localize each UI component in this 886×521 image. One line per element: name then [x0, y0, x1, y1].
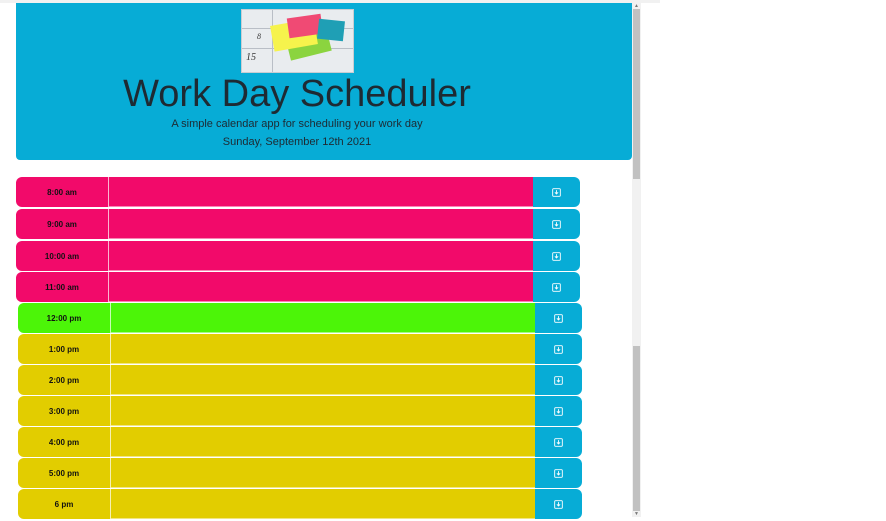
event-description-input[interactable]: [111, 396, 535, 426]
scrollbar-thumb-lower[interactable]: [633, 346, 640, 511]
save-button[interactable]: [535, 396, 582, 426]
event-description-input[interactable]: [109, 177, 533, 207]
save-button[interactable]: [535, 303, 582, 333]
hour-label: 3:00 pm: [18, 396, 111, 426]
save-button[interactable]: [535, 458, 582, 488]
current-date: Sunday, September 12th 2021: [222, 136, 372, 148]
hour-label: 11:00 am: [16, 272, 109, 302]
save-button[interactable]: [535, 365, 582, 395]
save-icon: [554, 375, 563, 385]
save-icon: [554, 344, 563, 354]
save-button[interactable]: [533, 209, 580, 239]
event-description-input[interactable]: [111, 334, 535, 364]
save-button[interactable]: [533, 241, 580, 271]
event-description-input[interactable]: [109, 209, 533, 239]
event-description-input[interactable]: [111, 458, 535, 488]
hour-label: 8:00 am: [16, 177, 109, 207]
hour-label: 12:00 pm: [18, 303, 111, 333]
scrollbar-thumb[interactable]: [633, 9, 640, 179]
event-description-input[interactable]: [111, 303, 535, 333]
save-icon: [554, 437, 563, 447]
scroll-down-arrow-icon[interactable]: ▼: [632, 511, 641, 517]
hour-label: 6 pm: [18, 489, 111, 519]
event-description-input[interactable]: [111, 489, 535, 519]
save-button[interactable]: [533, 177, 580, 207]
hour-label: 4:00 pm: [18, 427, 111, 457]
save-button[interactable]: [535, 334, 582, 364]
logo-number: 15: [246, 52, 256, 63]
hour-label: 1:00 pm: [18, 334, 111, 364]
hour-label: 10:00 am: [16, 241, 109, 271]
event-description-input[interactable]: [109, 241, 533, 271]
hour-label: 5:00 pm: [18, 458, 111, 488]
save-icon: [552, 219, 561, 229]
save-icon: [554, 499, 563, 509]
save-icon: [554, 468, 563, 478]
save-icon: [552, 187, 561, 197]
hour-label: 9:00 am: [16, 209, 109, 239]
event-description-input[interactable]: [109, 272, 533, 302]
event-description-input[interactable]: [111, 365, 535, 395]
jumbotron-header: 8 15 Work Day Scheduler A simple calenda…: [16, 3, 632, 160]
save-button[interactable]: [535, 427, 582, 457]
save-icon: [554, 313, 563, 323]
save-icon: [552, 251, 561, 261]
page-title: Work Day Scheduler: [123, 73, 471, 115]
save-button[interactable]: [533, 272, 580, 302]
save-icon: [552, 282, 561, 292]
save-button[interactable]: [535, 489, 582, 519]
page-scrollbar[interactable]: ▲ ▼: [632, 3, 641, 517]
logo-number-small: 8: [257, 32, 261, 41]
hour-label: 2:00 pm: [18, 365, 111, 395]
event-description-input[interactable]: [111, 427, 535, 457]
header-logo-image: 8 15: [241, 9, 354, 73]
page-subtitle: A simple calendar app for scheduling you…: [171, 118, 423, 130]
save-icon: [554, 406, 563, 416]
